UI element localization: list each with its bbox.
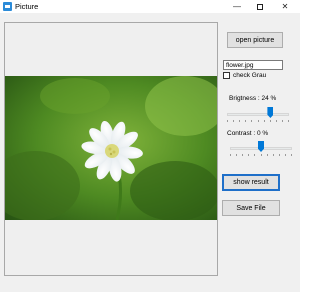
slider-tick — [236, 154, 237, 156]
picture-box — [4, 22, 218, 276]
slider-tick — [276, 120, 277, 122]
slider-tick — [270, 120, 271, 122]
slider-track — [227, 113, 289, 116]
slider-tick — [285, 154, 286, 156]
slider-ticks — [230, 154, 292, 157]
slider-tick — [261, 154, 262, 156]
close-button[interactable]: ✕ — [274, 0, 296, 13]
brightness-slider[interactable] — [227, 107, 289, 123]
window-client: open picture check Grau Brigtness : 24 %… — [0, 13, 300, 292]
grau-check-label: check Grau — [233, 72, 267, 79]
maximize-icon — [257, 3, 263, 10]
minimize-icon: — — [233, 2, 241, 11]
slider-tick — [291, 154, 292, 156]
slider-tick — [279, 154, 280, 156]
window-title: Picture — [15, 2, 39, 11]
slider-thumb[interactable] — [258, 141, 264, 152]
slider-tick — [282, 120, 283, 122]
close-icon: ✕ — [281, 2, 289, 11]
contrast-label: Contrast : 0 % — [227, 130, 269, 137]
show-result-button[interactable]: show result — [222, 174, 280, 191]
slider-tick — [258, 120, 259, 122]
slider-tick — [245, 120, 246, 122]
save-file-button[interactable]: Save File — [222, 200, 280, 216]
flower-image — [5, 76, 217, 220]
slider-tick — [239, 120, 240, 122]
brightness-label: Brigtness : 24 % — [229, 95, 277, 102]
slider-tick — [254, 154, 255, 156]
slider-tick — [248, 154, 249, 156]
slider-tick — [230, 154, 231, 156]
maximize-button[interactable] — [249, 0, 271, 13]
slider-tick — [233, 120, 234, 122]
filename-field[interactable] — [223, 60, 283, 70]
flower-photo — [5, 76, 217, 220]
contrast-slider[interactable] — [230, 141, 292, 157]
open-picture-button[interactable]: open picture — [227, 32, 283, 48]
minimize-button[interactable]: — — [226, 0, 248, 13]
slider-tick — [267, 154, 268, 156]
slider-tick — [288, 120, 289, 122]
slider-tick — [227, 120, 228, 122]
slider-tick — [242, 154, 243, 156]
picture-app-icon — [3, 2, 12, 11]
slider-ticks — [227, 120, 289, 123]
slider-tick — [251, 120, 252, 122]
slider-tick — [264, 120, 265, 122]
grau-checkbox[interactable] — [223, 72, 230, 79]
title-bar: Picture — ✕ — [0, 0, 300, 13]
slider-tick — [273, 154, 274, 156]
slider-thumb[interactable] — [267, 107, 274, 118]
